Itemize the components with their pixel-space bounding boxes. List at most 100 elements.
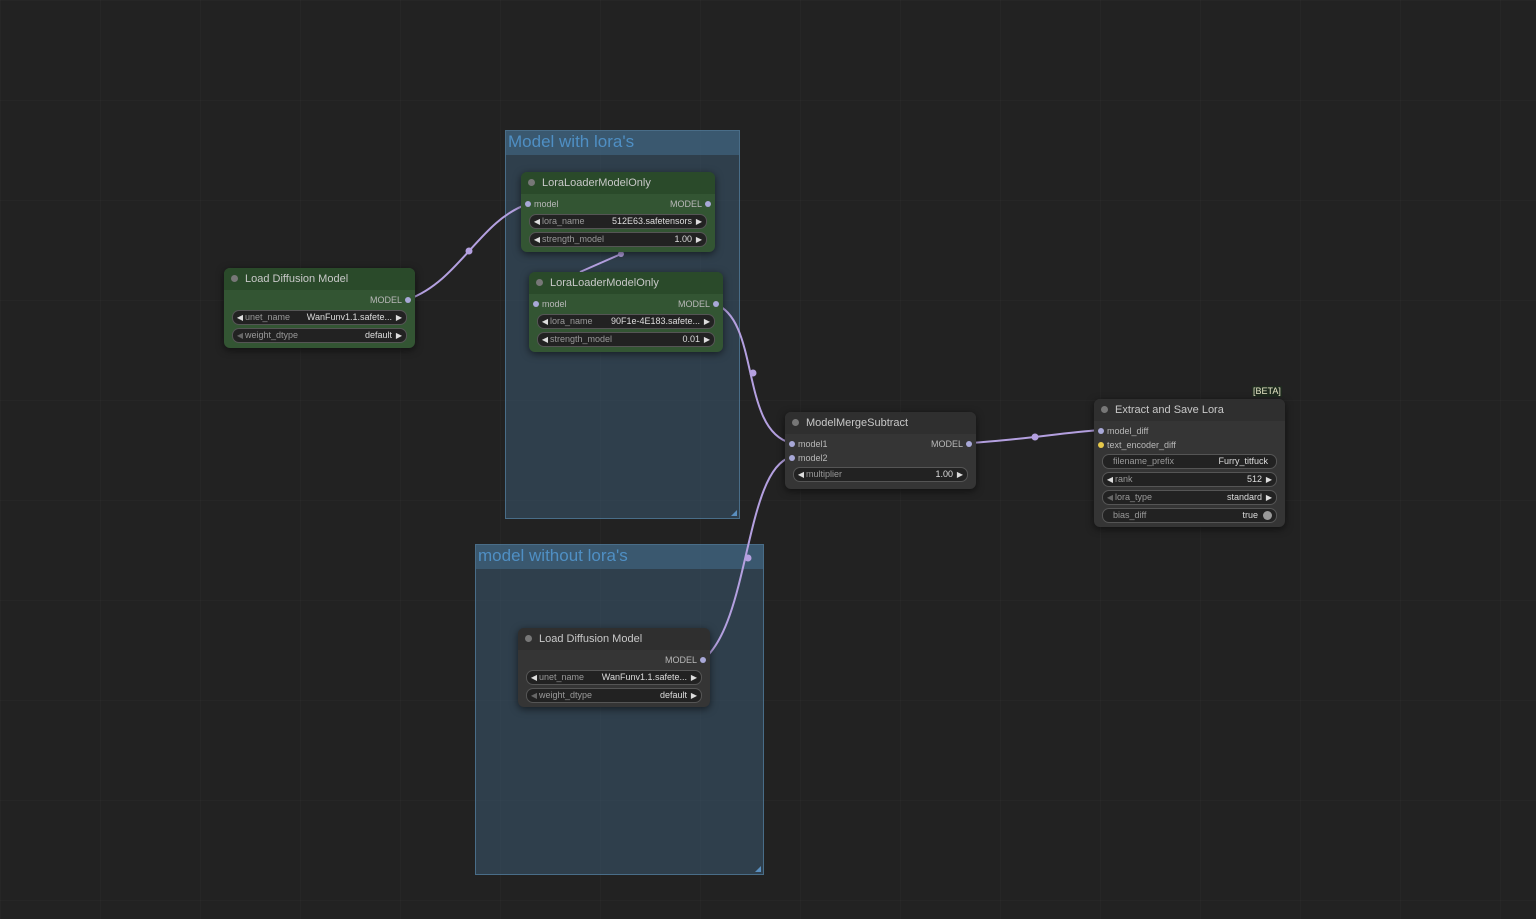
output-socket[interactable] xyxy=(700,657,706,663)
node-model-merge-subtract[interactable]: ModelMergeSubtract model1 MODEL model2 ◀… xyxy=(785,412,976,489)
widget-weight-dtype[interactable]: ◀ weight_dtype default ▶ xyxy=(232,328,407,343)
widget-value: 512 xyxy=(1246,474,1262,484)
wire-midpoint xyxy=(465,247,473,255)
widget-lora-type[interactable]: ◀ lora_type standard ▶ xyxy=(1102,490,1277,505)
arrow-right-icon[interactable]: ▶ xyxy=(954,468,966,481)
widget-label: bias_diff xyxy=(1113,510,1147,520)
wire-layer xyxy=(408,203,1101,660)
input-socket[interactable] xyxy=(525,201,531,207)
output-socket[interactable] xyxy=(705,201,711,207)
output-socket[interactable] xyxy=(405,297,411,303)
input-socket[interactable] xyxy=(533,301,539,307)
node-title[interactable]: Load Diffusion Model xyxy=(224,268,415,290)
input-socket[interactable] xyxy=(1098,442,1104,448)
input-socket[interactable] xyxy=(789,455,795,461)
widget-label: strength_model xyxy=(550,334,613,344)
widget-label: rank xyxy=(1115,474,1133,484)
widget-label: unet_name xyxy=(245,312,291,322)
widget-value: Furry_titfuck xyxy=(1218,456,1268,466)
widget-lora-name[interactable]: ◀ lora_name 512E63.safetensors ▶ xyxy=(529,214,707,229)
node-title[interactable]: LoraLoaderModelOnly xyxy=(529,272,723,294)
node-title[interactable]: Load Diffusion Model xyxy=(518,628,710,650)
widget-label: strength_model xyxy=(542,234,605,244)
node-lora-loader-1[interactable]: LoraLoaderModelOnly model MODEL ◀ lora_n… xyxy=(521,172,715,252)
node-title-text: ModelMergeSubtract xyxy=(806,417,909,429)
output-label: MODEL xyxy=(369,295,402,305)
widget-bias-diff[interactable]: bias_diff true xyxy=(1102,508,1277,523)
arrow-right-icon[interactable]: ▶ xyxy=(1263,473,1275,486)
collapse-dot-icon[interactable] xyxy=(528,179,535,186)
collapse-dot-icon[interactable] xyxy=(536,279,543,286)
node-load-diffusion-model[interactable]: Load Diffusion Model MODEL ◀ unet_name W… xyxy=(224,268,415,348)
input-label: model1 xyxy=(798,439,828,449)
output-label: MODEL xyxy=(664,655,697,665)
node-title-text: LoraLoaderModelOnly xyxy=(550,277,659,289)
widget-multiplier[interactable]: ◀ multiplier 1.00 ▶ xyxy=(793,467,968,482)
input-socket[interactable] xyxy=(1098,428,1104,434)
widget-label: weight_dtype xyxy=(245,330,299,340)
widget-strength-model[interactable]: ◀ strength_model 0.01 ▶ xyxy=(537,332,715,347)
widget-label: lora_name xyxy=(542,216,585,226)
arrow-right-icon[interactable]: ▶ xyxy=(393,329,405,342)
wire-midpoint xyxy=(749,369,757,377)
widget-label: weight_dtype xyxy=(539,690,593,700)
widget-label: lora_type xyxy=(1115,492,1153,502)
widget-value: 1.00 xyxy=(935,469,953,479)
node-title[interactable]: ModelMergeSubtract xyxy=(785,412,976,434)
group-title[interactable]: Model with lora's xyxy=(506,131,739,155)
slot-row: model1 MODEL xyxy=(785,437,976,451)
workflow-canvas[interactable]: Model with lora's model without lora's L… xyxy=(0,0,1536,919)
widget-lora-name[interactable]: ◀ lora_name 90F1e-4E183.safete... ▶ xyxy=(537,314,715,329)
node-title-text: LoraLoaderModelOnly xyxy=(542,177,651,189)
input-label: model_diff xyxy=(1107,426,1149,436)
widget-label: filename_prefix xyxy=(1113,456,1175,466)
collapse-dot-icon[interactable] xyxy=(1101,406,1108,413)
widget-value: 90F1e-4E183.safete... xyxy=(610,316,700,326)
output-socket[interactable] xyxy=(966,441,972,447)
output-socket[interactable] xyxy=(713,301,719,307)
group-resize-handle[interactable] xyxy=(731,510,737,516)
input-label: text_encoder_diff xyxy=(1107,440,1176,450)
widget-filename-prefix[interactable]: filename_prefix Furry_titfuck xyxy=(1102,454,1277,469)
collapse-dot-icon[interactable] xyxy=(525,635,532,642)
slot-row: model MODEL xyxy=(521,197,715,211)
input-label: model xyxy=(534,199,559,209)
group-resize-handle[interactable] xyxy=(755,866,761,872)
output-label: MODEL xyxy=(677,299,710,309)
widget-rank[interactable]: ◀ rank 512 ▶ xyxy=(1102,472,1277,487)
beta-badge: [BETA] xyxy=(1252,386,1282,397)
widget-unet-name[interactable]: ◀ unet_name WanFunv1.1.safete... ▶ xyxy=(232,310,407,325)
slot-row: model MODEL xyxy=(529,297,723,311)
arrow-right-icon[interactable]: ▶ xyxy=(693,233,705,246)
node-title-text: Extract and Save Lora xyxy=(1115,404,1224,416)
wire-midpoint xyxy=(1031,433,1039,441)
node-title[interactable]: Extract and Save Lora xyxy=(1094,399,1285,421)
widget-value: 1.00 xyxy=(674,234,692,244)
slot-row: MODEL xyxy=(224,293,415,307)
input-socket[interactable] xyxy=(789,441,795,447)
node-extract-and-save-lora[interactable]: Extract and Save Lora model_diff text_en… xyxy=(1094,399,1285,527)
widget-strength-model[interactable]: ◀ strength_model 1.00 ▶ xyxy=(529,232,707,247)
output-label: MODEL xyxy=(930,439,963,449)
group-title[interactable]: model without lora's xyxy=(476,545,763,569)
widget-unet-name[interactable]: ◀ unet_name WanFunv1.1.safete... ▶ xyxy=(526,670,702,685)
arrow-right-icon[interactable]: ▶ xyxy=(701,333,713,346)
arrow-right-icon[interactable]: ▶ xyxy=(393,311,405,324)
node-lora-loader-2[interactable]: LoraLoaderModelOnly model MODEL ◀ lora_n… xyxy=(529,272,723,352)
arrow-right-icon[interactable]: ▶ xyxy=(688,689,700,702)
group-model-without-loras[interactable]: model without lora's xyxy=(475,544,764,875)
node-load-diffusion-model-2[interactable]: Load Diffusion Model MODEL ◀ unet_name W… xyxy=(518,628,710,707)
arrow-right-icon[interactable]: ▶ xyxy=(688,671,700,684)
slot-row: MODEL xyxy=(518,653,710,667)
widget-weight-dtype[interactable]: ◀ weight_dtype default ▶ xyxy=(526,688,702,703)
arrow-right-icon[interactable]: ▶ xyxy=(1263,491,1275,504)
collapse-dot-icon[interactable] xyxy=(792,419,799,426)
toggle-icon[interactable] xyxy=(1263,511,1272,520)
node-title[interactable]: LoraLoaderModelOnly xyxy=(521,172,715,194)
arrow-right-icon[interactable]: ▶ xyxy=(693,215,705,228)
widget-label: lora_name xyxy=(550,316,593,326)
output-label: MODEL xyxy=(669,199,702,209)
arrow-right-icon[interactable]: ▶ xyxy=(701,315,713,328)
slot-row: text_encoder_diff xyxy=(1094,438,1285,452)
collapse-dot-icon[interactable] xyxy=(231,275,238,282)
